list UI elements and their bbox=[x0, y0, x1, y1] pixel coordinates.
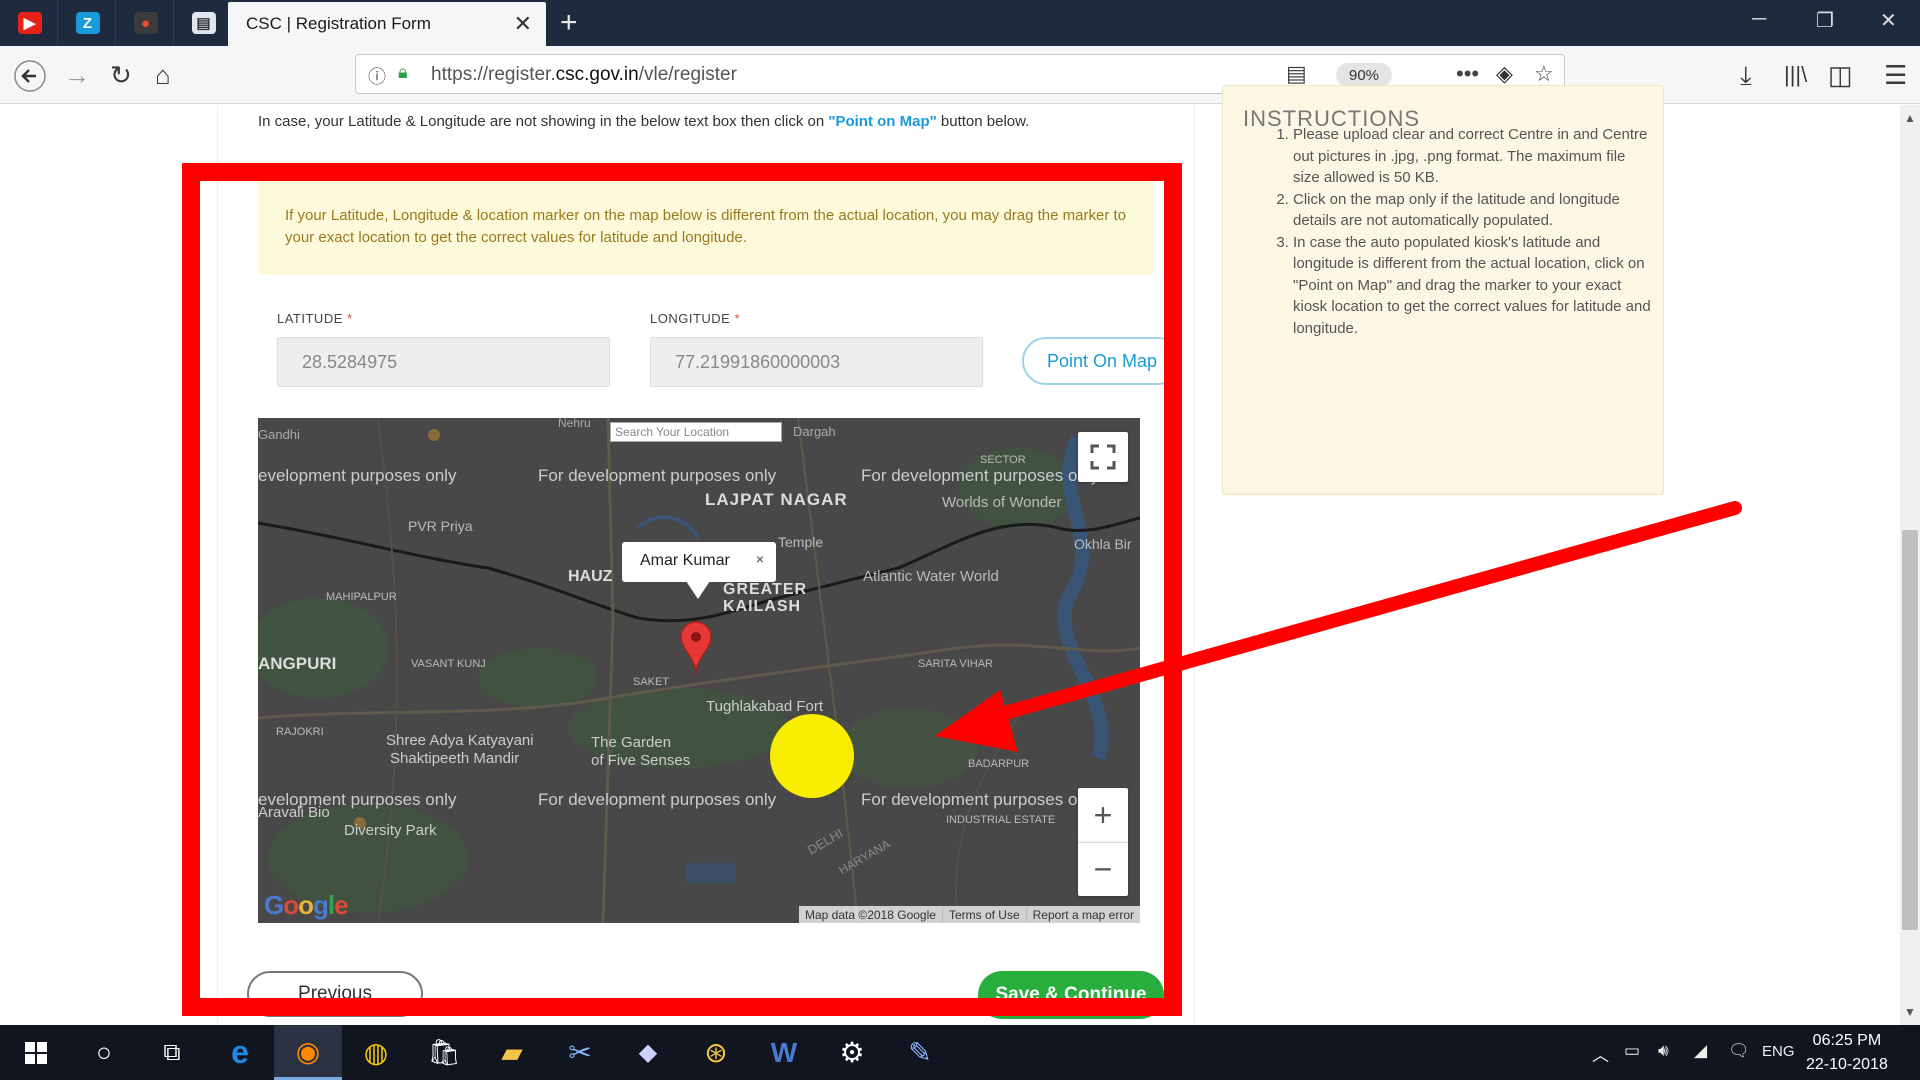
cursor-highlighter-icon[interactable]: ⊛ bbox=[682, 1025, 750, 1080]
battery-icon[interactable]: ▭ bbox=[1624, 1041, 1640, 1061]
word-icon[interactable]: W bbox=[750, 1025, 818, 1080]
clock-time: 06:25 PM bbox=[1812, 1032, 1882, 1049]
windows-logo-icon bbox=[25, 1041, 47, 1064]
clock-date: 22-10-2018 bbox=[1806, 1056, 1888, 1073]
snipping-tool-icon[interactable]: ✂ bbox=[546, 1025, 614, 1080]
search-cortana-icon[interactable]: ○ bbox=[70, 1025, 138, 1080]
file-explorer-icon[interactable]: ▰ bbox=[478, 1025, 546, 1080]
store-icon[interactable]: 🛍︎ bbox=[410, 1025, 478, 1080]
start-button[interactable] bbox=[2, 1025, 70, 1080]
chrome-icon[interactable]: ◍ bbox=[342, 1025, 410, 1080]
language-indicator[interactable]: ENG bbox=[1762, 1043, 1795, 1060]
windows-taskbar: ○ ⧉ e ◉ ◍ 🛍︎ ▰ ✂ ◆ ⊛ W ⚙ ✎ ︿ ▭ 🔊︎ ◢ 🗨︎ E… bbox=[0, 1025, 1920, 1080]
media-app-icon[interactable]: ◆ bbox=[614, 1025, 682, 1080]
firefox-icon[interactable]: ◉ bbox=[274, 1025, 342, 1080]
volume-icon[interactable]: 🔊︎ bbox=[1658, 1041, 1669, 1061]
tray-chevron-up-icon[interactable]: ︿ bbox=[1592, 1041, 1609, 1066]
wifi-icon[interactable]: ◢ bbox=[1694, 1041, 1707, 1061]
settings-gear-icon[interactable]: ⚙ bbox=[818, 1025, 886, 1080]
task-view-icon[interactable]: ⧉ bbox=[138, 1025, 206, 1080]
annotation-arrow-icon bbox=[935, 501, 1742, 752]
edge-browser-icon[interactable]: e bbox=[206, 1025, 274, 1080]
paint-icon[interactable]: ✎ bbox=[886, 1025, 954, 1080]
action-center-icon[interactable]: 🗨︎ bbox=[1728, 1041, 1750, 1061]
taskbar-clock[interactable]: 06:25 PM 22-10-2018 bbox=[1806, 1029, 1888, 1077]
